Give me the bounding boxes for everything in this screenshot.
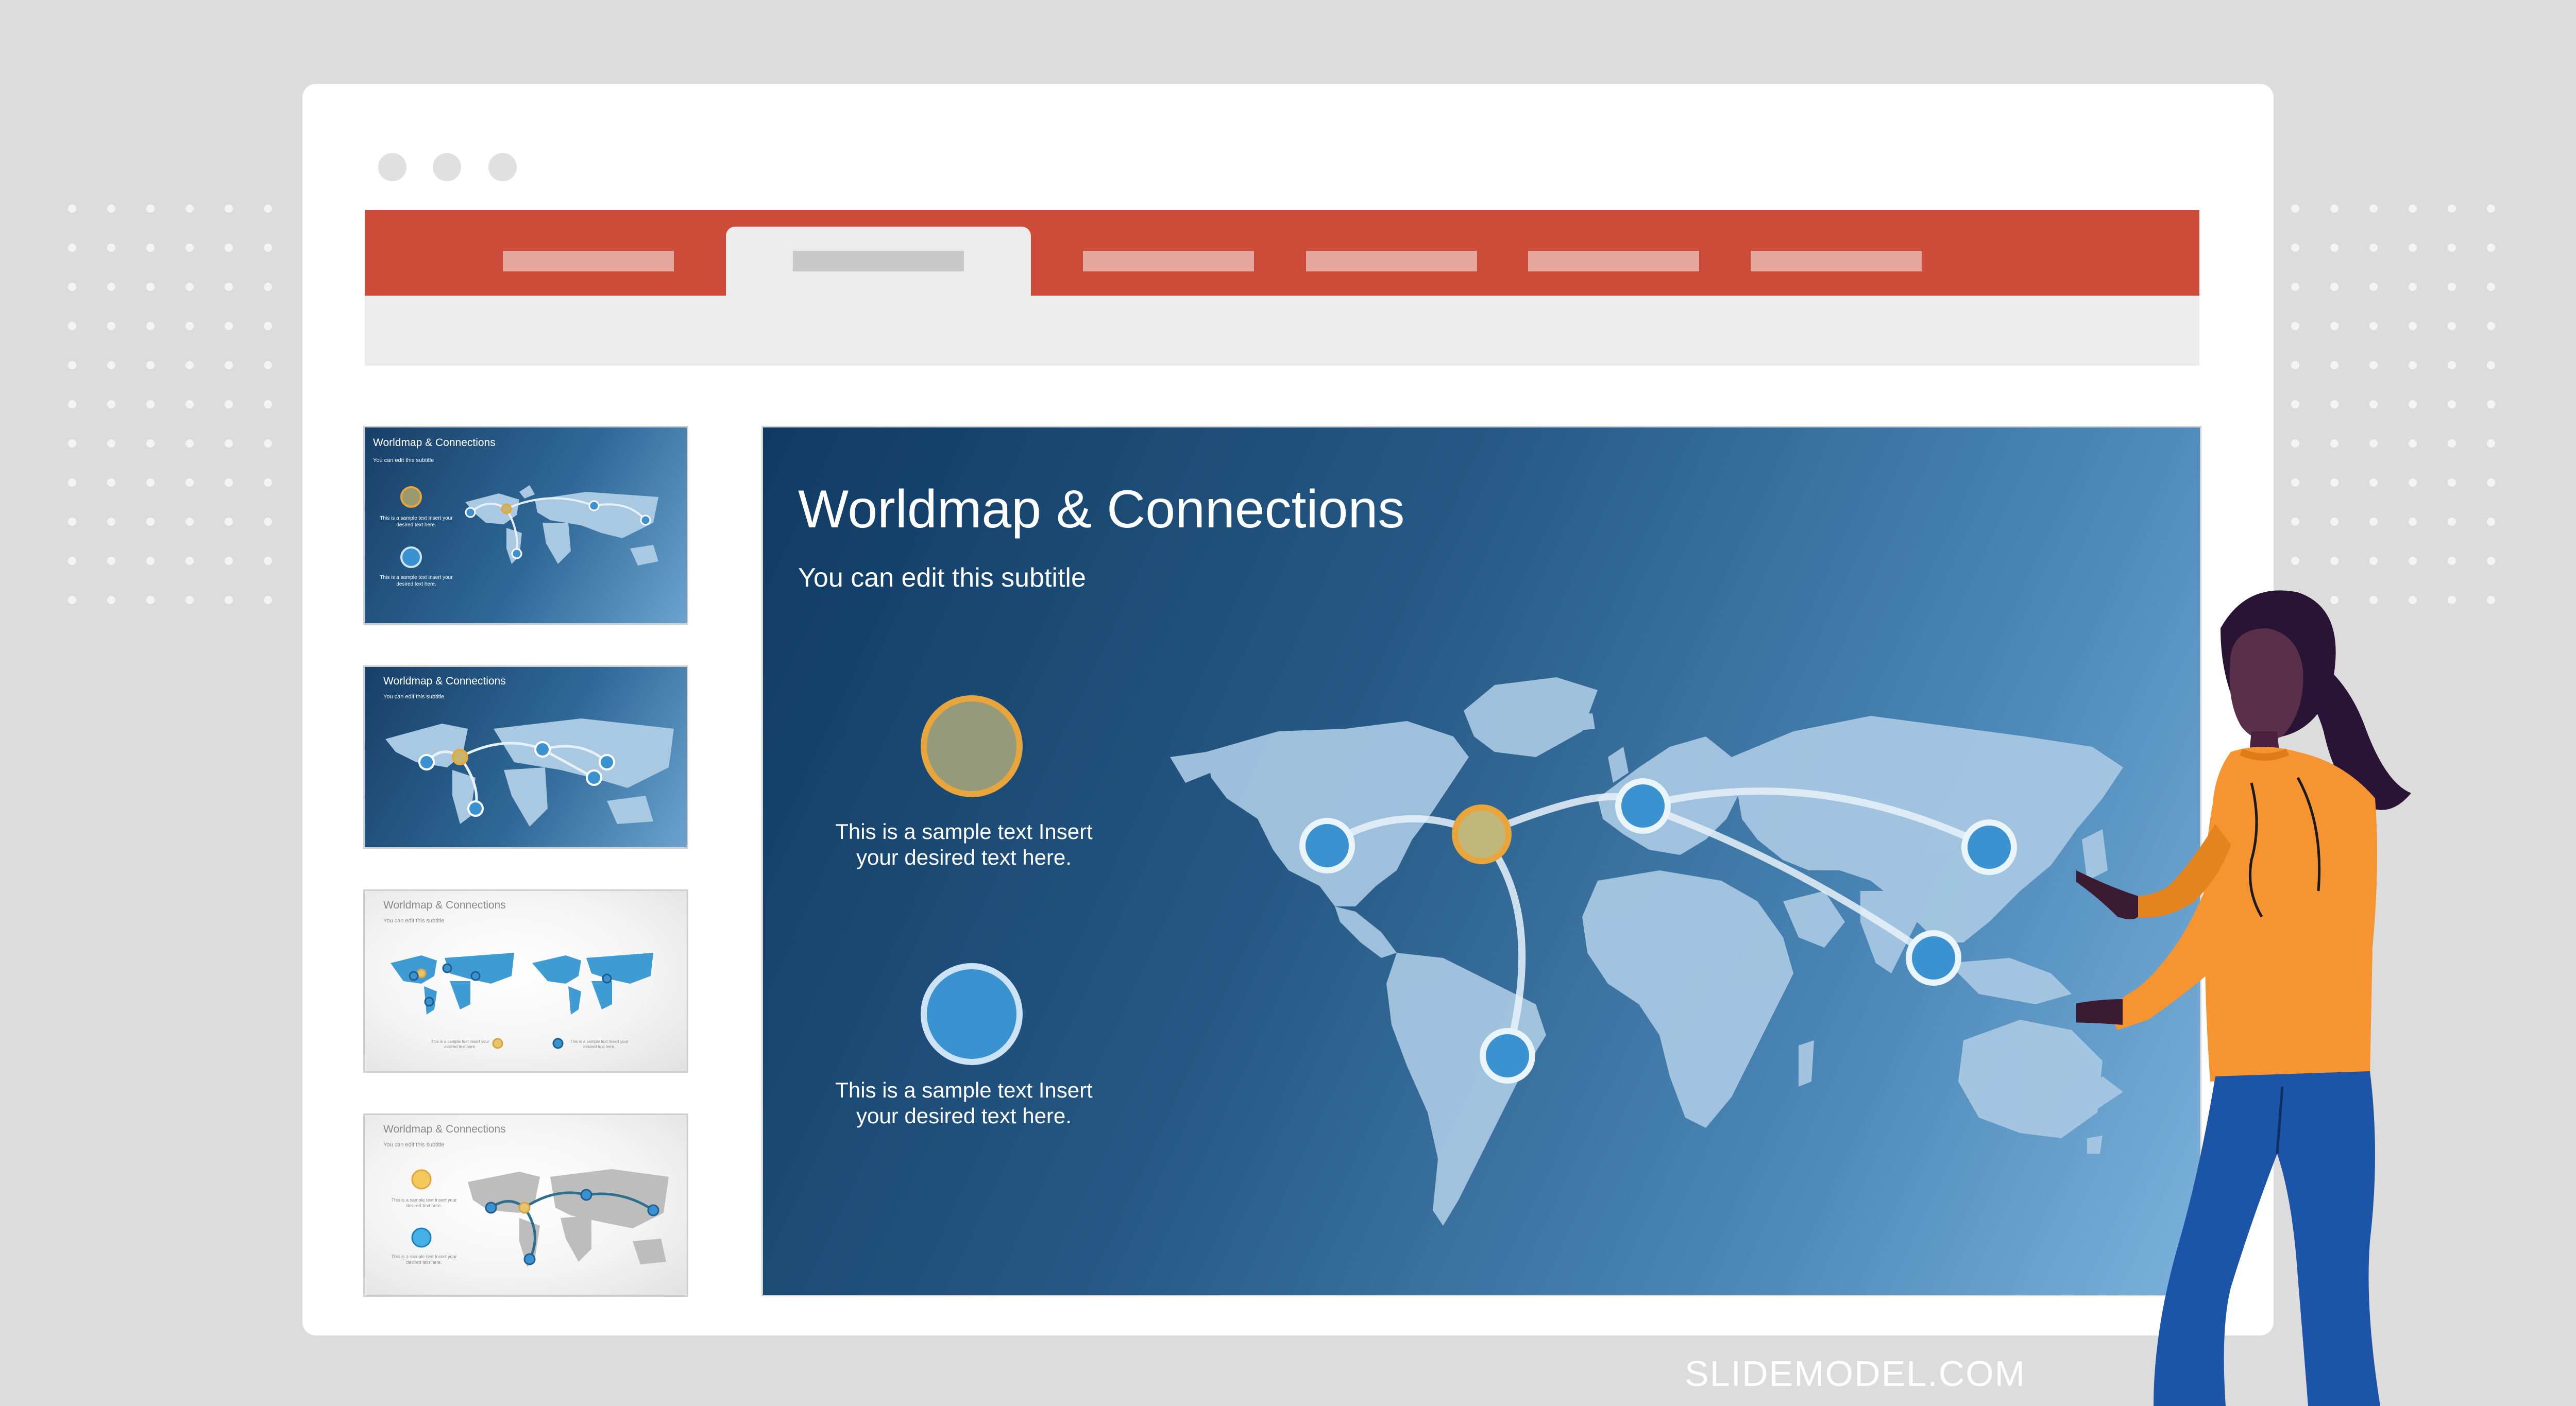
world-map-icon <box>1170 677 2123 1226</box>
slide-thumbnail-3[interactable]: Worldmap & Connections You can edit this… <box>365 891 687 1071</box>
ribbon-tab[interactable] <box>1751 251 1922 271</box>
slide-thumbnail-1[interactable]: Worldmap & Connections You can edit this… <box>365 427 687 623</box>
slide-canvas[interactable]: Worldmap & Connections You can edit this… <box>763 427 2200 1295</box>
ribbon-tab[interactable] <box>503 251 674 271</box>
presenter-illustration <box>2076 590 2411 1406</box>
ribbon-tab[interactable] <box>1083 251 1254 271</box>
brand-watermark: SLIDEMODEL.COM <box>1685 1353 2026 1394</box>
window-control-icon[interactable] <box>433 153 461 181</box>
ribbon-tab[interactable] <box>1306 251 1477 271</box>
thumbnail-text: This is a sample text Insert your desire… <box>570 1039 629 1049</box>
ribbon-tab-active[interactable] <box>726 227 1031 296</box>
ribbon-tab[interactable] <box>1528 251 1699 271</box>
window-control-icon[interactable] <box>488 153 517 181</box>
ribbon-toolbar <box>365 296 2199 366</box>
thumbnail-text: This is a sample text Insert your desire… <box>380 575 453 587</box>
thumbnail-text: This is a sample text Insert your desire… <box>431 1039 489 1049</box>
thumbnail-text: This is a sample text Insert your desire… <box>391 1254 457 1265</box>
dot-grid-left-decoration <box>62 198 299 621</box>
slide-thumbnail-4[interactable]: Worldmap & Connections You can edit this… <box>365 1115 687 1295</box>
world-map-icon <box>391 953 653 1049</box>
window-control-icon[interactable] <box>378 153 406 181</box>
thumbnail-text: This is a sample text Insert your desire… <box>391 1197 457 1208</box>
thumbnail-text: This is a sample text Insert your desire… <box>380 516 453 528</box>
world-map-icon <box>385 718 674 827</box>
slide-thumbnail-2[interactable]: Worldmap & Connections You can edit this… <box>365 667 687 847</box>
ribbon-tab-active-label-placeholder <box>793 251 964 271</box>
